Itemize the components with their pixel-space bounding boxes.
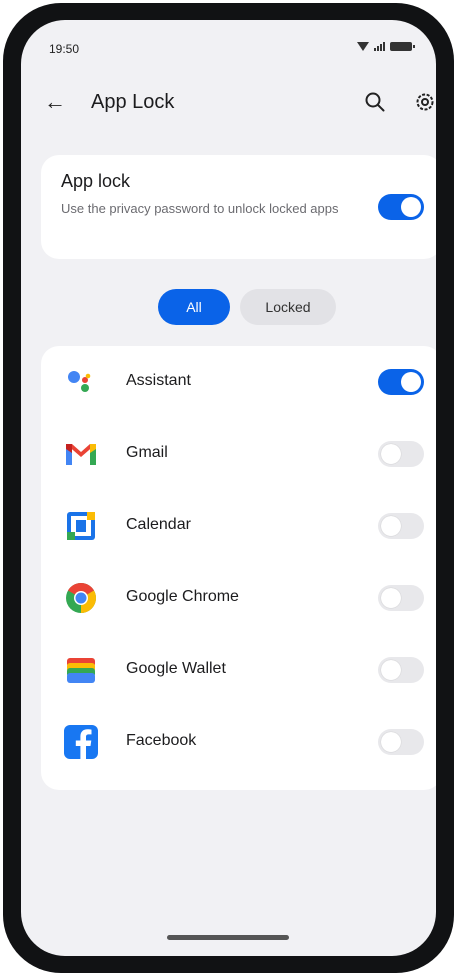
app-lock-heading: App lock: [61, 171, 131, 191]
app-name: Google Chrome: [126, 588, 239, 605]
toggle-knob: [401, 372, 421, 392]
assistant-icon: [68, 371, 91, 392]
app-row-gmail[interactable]: Gmail: [41, 418, 436, 490]
lock-toggle-calendar[interactable]: [378, 513, 424, 539]
lock-toggle-facebook[interactable]: [378, 729, 424, 755]
toggle-knob: [381, 732, 401, 752]
battery-icon: [390, 42, 415, 51]
toggle-knob: [381, 516, 401, 536]
toggle-knob: [381, 660, 401, 680]
app-bar: ← App Lock: [21, 80, 436, 124]
status-icons: [357, 42, 415, 51]
app-lock-master-toggle[interactable]: [378, 194, 424, 220]
app-row-assistant[interactable]: Assistant: [41, 346, 436, 418]
wallet-icon: [67, 658, 95, 683]
page-title: App Lock: [91, 91, 175, 113]
wifi-icon: [357, 42, 369, 51]
search-icon[interactable]: [363, 90, 387, 114]
filter-chip-all[interactable]: All: [158, 289, 230, 325]
chrome-icon: [66, 582, 97, 613]
lock-toggle-gmail[interactable]: [378, 441, 424, 467]
lock-toggle-assistant[interactable]: [378, 369, 424, 395]
screen: 19:50 ← App Lock App lock Use the privac…: [21, 20, 436, 956]
back-arrow-icon[interactable]: ←: [43, 90, 67, 114]
app-row-facebook[interactable]: Facebook: [41, 706, 436, 778]
signal-icon: [374, 42, 385, 51]
home-indicator[interactable]: [167, 935, 289, 940]
app-lock-description: Use the privacy password to unlock locke…: [61, 201, 339, 216]
app-name: Gmail: [126, 444, 168, 461]
toggle-knob: [381, 444, 401, 464]
app-row-google-wallet[interactable]: Google Wallet: [41, 634, 436, 706]
app-row-google-chrome[interactable]: Google Chrome: [41, 562, 436, 634]
lock-toggle-google-wallet[interactable]: [378, 657, 424, 683]
gmail-icon: [66, 444, 96, 465]
app-name: Google Wallet: [126, 660, 226, 677]
settings-gear-icon[interactable]: [413, 90, 436, 114]
facebook-icon: [64, 725, 98, 759]
app-lock-card: App lock Use the privacy password to unl…: [41, 155, 436, 259]
lock-toggle-google-chrome[interactable]: [378, 585, 424, 611]
phone-frame: 19:50 ← App Lock App lock Use the privac…: [3, 3, 454, 973]
calendar-icon: [67, 512, 95, 540]
status-bar: 19:50: [21, 20, 436, 64]
app-list-card: Assistant Gmail Calendar Google Chrome G…: [41, 346, 436, 790]
app-name: Facebook: [126, 732, 197, 749]
filter-chip-locked[interactable]: Locked: [240, 289, 336, 325]
status-time: 19:50: [49, 42, 80, 56]
app-name: Calendar: [126, 516, 191, 533]
app-name: Assistant: [126, 372, 191, 389]
filter-chips: All Locked: [21, 289, 436, 325]
toggle-knob: [381, 588, 401, 608]
toggle-knob: [401, 197, 421, 217]
app-row-calendar[interactable]: Calendar: [41, 490, 436, 562]
